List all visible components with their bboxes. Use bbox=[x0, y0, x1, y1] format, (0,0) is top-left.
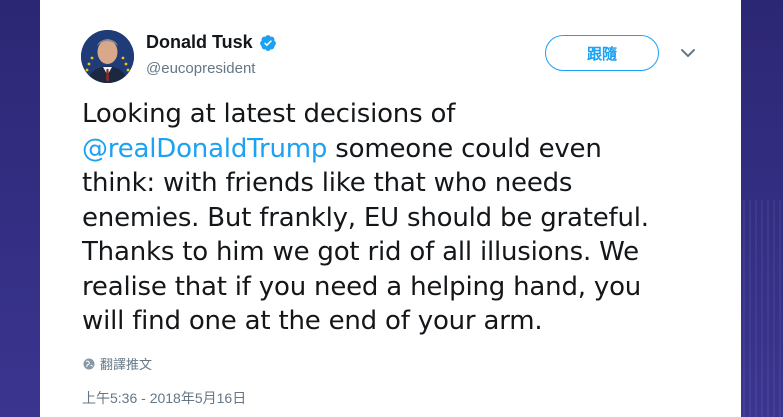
tweet-line: realise that if you need a helping hand,… bbox=[82, 270, 722, 305]
tweet-line: enemies. But frankly, EU should be grate… bbox=[82, 201, 722, 236]
follow-button[interactable]: 跟隨 bbox=[545, 35, 659, 71]
tweet-line: Looking at latest decisions of bbox=[82, 97, 722, 132]
author-display-name[interactable]: Donald Tusk bbox=[146, 32, 253, 53]
tweet-text: Looking at latest decisions of @realDonal… bbox=[82, 97, 722, 339]
tweet-text-segment: someone could even bbox=[327, 133, 602, 164]
avatar-image bbox=[81, 30, 134, 83]
tweet-text-segment: Looking at latest decisions of bbox=[82, 99, 456, 129]
tweet-timestamp[interactable]: 上午5:36 - 2018年5月16日 bbox=[82, 388, 246, 408]
tweet-card: Donald Tusk @eucopresident 跟隨 Looking at… bbox=[40, 0, 741, 417]
verified-badge-icon bbox=[259, 34, 276, 51]
tweet-text-segment: will find one at the end of your arm. bbox=[82, 306, 543, 336]
background-stripes bbox=[743, 200, 783, 417]
translate-tweet-link[interactable]: 翻譯推文 bbox=[83, 354, 152, 373]
tweet-line: think: with friends like that who needs bbox=[82, 166, 722, 201]
tweet-line: Thanks to him we got rid of all illusion… bbox=[82, 235, 722, 270]
mention-link[interactable]: @realDonaldTrump bbox=[82, 134, 327, 164]
globe-icon bbox=[83, 358, 95, 369]
background-left bbox=[0, 0, 40, 417]
tweet-line: will find one at the end of your arm. bbox=[82, 304, 722, 339]
tweet-text-segment: think: with friends like that who needs bbox=[82, 168, 573, 198]
chevron-down-icon[interactable] bbox=[680, 47, 696, 59]
avatar[interactable] bbox=[81, 30, 134, 83]
author-handle[interactable]: @eucopresident bbox=[146, 60, 255, 77]
tweet-line: @realDonaldTrump someone could even bbox=[82, 132, 722, 167]
author-name-row[interactable]: Donald Tusk bbox=[146, 32, 277, 53]
tweet-text-segment: realise that if you need a helping hand,… bbox=[82, 271, 642, 302]
tweet-text-segment: enemies. But frankly, EU should be grate… bbox=[82, 202, 649, 233]
tweet-text-segment: Thanks to him we got rid of all illusion… bbox=[82, 237, 639, 267]
translate-tweet-label[interactable]: 翻譯推文 bbox=[100, 354, 152, 373]
